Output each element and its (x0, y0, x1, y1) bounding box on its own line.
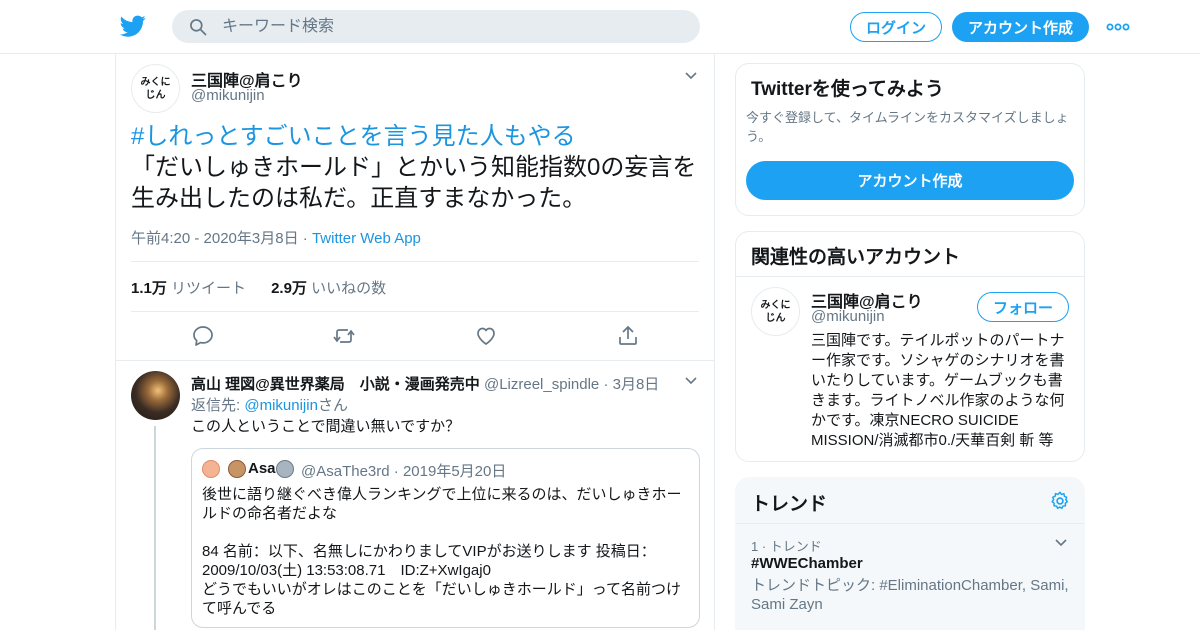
signup-card-description: 今すぐ登録して、タイムラインをカスタマイズしましょう。 (746, 110, 1069, 144)
reply-text: この人ということで間違い無いですか？ (191, 418, 461, 435)
quote-author-name: Asa (248, 460, 276, 477)
more-dots-icon[interactable] (1106, 17, 1130, 37)
divider (131, 311, 699, 312)
trend-meta: 1 · トレンド (751, 539, 822, 554)
avatar-text-line2: じん (145, 89, 166, 101)
reply-to-handle-link[interactable]: @mikunijin (244, 397, 318, 414)
reply-icon[interactable] (191, 324, 215, 348)
like-stat[interactable]: 2.9万 いいねの数 (271, 280, 386, 297)
tweet-stats: 1.1万 リツイート 2.9万 いいねの数 (131, 277, 386, 298)
follow-button[interactable]: フォロー (977, 292, 1069, 322)
like-count: 2.9万 (271, 280, 307, 297)
related-accounts-card: 関連性の高いアカウント みくに じん 三国陣@肩こり @mikunijin フォ… (735, 231, 1085, 462)
wolf-face-emoji-icon (276, 460, 294, 478)
retweet-stat[interactable]: 1.1万 リツイート (131, 280, 246, 297)
chevron-down-icon[interactable] (1053, 534, 1069, 550)
quote-meta: @AsaThe3rd · 2019年5月20日 (301, 460, 506, 481)
like-label: いいねの数 (311, 280, 387, 297)
tweet-hashtag-link[interactable]: #しれっとすごいことを言う見た人もやる (131, 123, 576, 150)
dog-face-emoji-icon (228, 460, 246, 478)
quote-line-gap (202, 523, 692, 542)
trends-card: トレンド 1 · トレンド #WWEChamber トレンドトピック: #Eli… (735, 477, 1085, 630)
chevron-down-icon[interactable] (683, 372, 699, 388)
share-icon[interactable] (616, 324, 640, 348)
avatar-text-line1: みくに (140, 76, 171, 88)
avatar-text-line1: みくに (760, 299, 791, 311)
quote-text: 後世に語り継ぐべき偉人ランキングで上位に来るのは、だいしゅきホールドの命名者だよ… (202, 485, 692, 618)
like-icon[interactable] (474, 324, 498, 348)
related-accounts-title: 関連性の高いアカウント (751, 247, 961, 268)
main-timeline: みくに じん 三国陣@肩こり @mikunijin #しれっとすごいことを言う見… (115, 54, 715, 630)
reply-date[interactable]: · 3月8日 (603, 376, 659, 393)
pig-face-emoji-icon (202, 460, 220, 478)
search-input[interactable] (222, 10, 682, 43)
search-icon (190, 19, 207, 36)
top-navigation-bar: ログイン アカウント作成 (0, 0, 1200, 54)
signup-card-button[interactable]: アカウント作成 (746, 161, 1074, 200)
reply-to-line: 返信先: @mikunijinさん (191, 394, 348, 415)
quoted-tweet[interactable]: Asa @AsaThe3rd · 2019年5月20日 後世に語り継ぐべき偉人ラ… (191, 448, 700, 628)
tweet-timestamp: 午前4:20 - 2020年3月8日 · Twitter Web App (131, 227, 421, 248)
divider (736, 523, 1084, 524)
signup-card-title: Twitterを使ってみよう (751, 79, 944, 100)
retweet-count: 1.1万 (131, 280, 167, 297)
trends-title: トレンド (751, 494, 828, 515)
related-account-handle[interactable]: @mikunijin (811, 308, 885, 325)
divider (116, 360, 714, 361)
trend-name: #WWEChamber (751, 555, 863, 572)
related-account-bio: 三国陣です。テイルポットのパートナー作家です。ソシャゲのシナリオを書いたりしてい… (811, 332, 1065, 449)
reply-to-label: 返信先: (191, 397, 245, 414)
retweet-label: リツイート (171, 280, 247, 297)
quote-line-1: 後世に語り継ぐべき偉人ランキングで上位に来るのは、だいしゅきホールドの命名者だよ… (202, 486, 682, 522)
reply-author-handle[interactable]: @Lizreel_spindle (484, 376, 599, 393)
signup-card: Twitterを使ってみよう 今すぐ登録して、タイムラインをカスタマイズしましょ… (735, 63, 1085, 216)
tweet-time[interactable]: 午前4:20 - 2020年3月8日 (131, 230, 299, 247)
reply-to-suffix: さん (317, 397, 348, 414)
tweet-author-handle[interactable]: @mikunijin (191, 87, 265, 104)
divider (131, 261, 699, 262)
thread-line (154, 426, 156, 630)
divider (736, 276, 1084, 277)
quote-line-3: どうでもいいがオレはこのことを「だいしゅきホールド」って名前つけて呼んでる (202, 581, 681, 617)
reply-avatar[interactable] (131, 371, 180, 420)
search-box[interactable] (172, 10, 700, 43)
twitter-bird-icon[interactable] (120, 13, 146, 39)
tweet-body: 「だいしゅきホールド」とかいう知能指数0の妄言を生み出したのは私だ。正直すまなか… (131, 154, 697, 212)
quote-date: · 2019年5月20日 (393, 463, 507, 480)
login-button[interactable]: ログイン (850, 12, 942, 42)
reply-author-name[interactable]: 高山 理図@異世界薬局 小説・漫画発売中 (191, 376, 480, 393)
reply-header: 高山 理図@異世界薬局 小説・漫画発売中 @Lizreel_spindle · … (191, 373, 659, 394)
retweet-icon[interactable] (332, 324, 356, 348)
quote-line-2: 84 名前：以下、名無しにかわりましてVIPがお送りします 投稿日：2009/1… (202, 543, 656, 579)
trend-topic: トレンドトピック: #EliminationChamber, Sami, Sam… (751, 577, 1069, 613)
tweet-source-link[interactable]: Twitter Web App (312, 230, 421, 247)
gear-icon[interactable] (1049, 490, 1071, 512)
avatar[interactable]: みくに じん (131, 64, 180, 113)
signup-button[interactable]: アカウント作成 (952, 12, 1089, 42)
tweet-text: #しれっとすごいことを言う見た人もやる 「だいしゅきホールド」とかいう知能指数0… (131, 121, 701, 214)
related-avatar[interactable]: みくに じん (751, 287, 800, 336)
quote-author-handle: @AsaThe3rd (301, 463, 390, 480)
source-separator: · (298, 230, 312, 247)
avatar-text-line2: じん (765, 312, 786, 324)
chevron-down-icon[interactable] (683, 67, 699, 83)
